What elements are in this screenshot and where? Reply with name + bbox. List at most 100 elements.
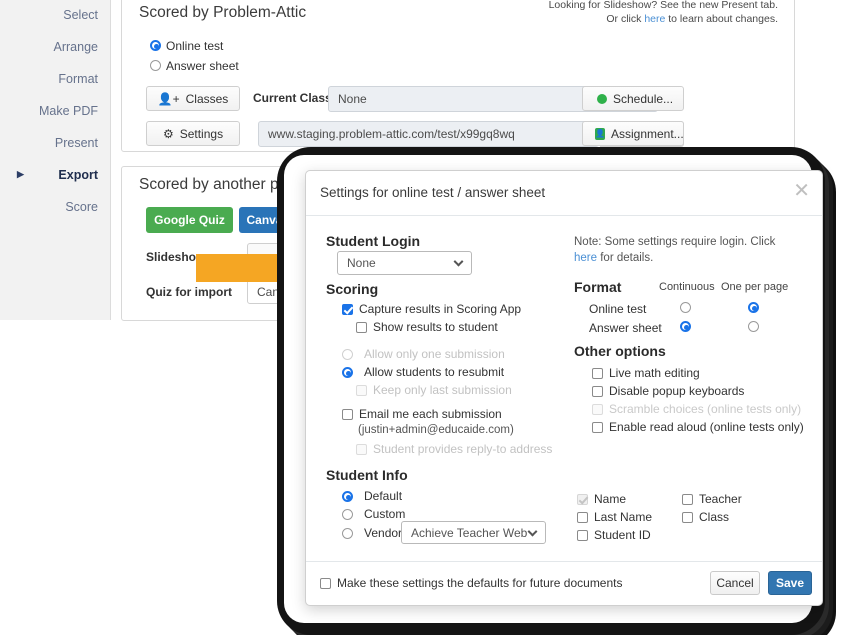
checkbox-enable-read-aloud[interactable]: Enable read aloud (online tests only) xyxy=(592,420,804,434)
cancel-button[interactable]: Cancel xyxy=(710,571,760,595)
modal-header: Settings for online test / answer sheet … xyxy=(306,171,822,216)
student-login-select[interactable]: None xyxy=(337,251,472,275)
note-text-before-link: Or click xyxy=(606,13,645,25)
radio-student-info-default[interactable]: Default xyxy=(342,489,402,503)
modal-title: Settings for online test / answer sheet xyxy=(320,185,546,200)
checkbox-student-name-box xyxy=(577,493,588,505)
google-classroom-icon: 👤 xyxy=(595,127,605,140)
format-heading: Format xyxy=(574,279,622,295)
sidebar-item-arrange[interactable]: Arrange xyxy=(0,40,110,54)
checkbox-show-results[interactable]: Show results to student xyxy=(356,320,498,334)
radio-student-info-vendor[interactable]: Vendor xyxy=(342,526,402,540)
radio-allow-resubmit-indicator xyxy=(342,366,353,378)
google-quiz-button[interactable]: Google Quiz xyxy=(146,207,233,233)
radio-answer-sheet[interactable]: Answer sheet xyxy=(150,59,239,73)
radio-student-info-custom[interactable]: Custom xyxy=(342,507,405,521)
settings-button[interactable]: ⚙ Settings xyxy=(146,121,240,146)
checkbox-email-each-submission[interactable]: Email me each submission xyxy=(342,407,502,421)
current-class-label: Current Class: xyxy=(253,91,336,105)
format-row-online-test-label: Online test xyxy=(589,302,647,316)
checkbox-disable-popup-keyboards-box xyxy=(592,385,603,397)
assignment-button-label: Assignment... xyxy=(610,126,684,141)
slideshow-note-line1: Looking for Slideshow? See the new Prese… xyxy=(548,0,778,11)
classes-button[interactable]: 👤+ Classes xyxy=(146,86,240,111)
checkbox-capture-results[interactable]: Capture results in Scoring App xyxy=(342,302,521,316)
checkbox-scramble-choices-label: Scramble choices (online tests only) xyxy=(609,402,802,416)
radio-allow-one-submission: Allow only one submission xyxy=(342,347,505,361)
checkbox-student-reply-to-label: Student provides reply-to address xyxy=(373,442,553,456)
login-note-here-link[interactable]: here xyxy=(574,252,597,264)
radio-student-info-default-indicator xyxy=(342,490,353,502)
checkbox-capture-results-box xyxy=(342,303,353,315)
note-here-link[interactable]: here xyxy=(644,13,665,25)
schedule-button[interactable]: Schedule... xyxy=(582,86,684,111)
radio-student-info-custom-label: Custom xyxy=(364,507,406,521)
radio-allow-resubmit[interactable]: Allow students to resubmit xyxy=(342,365,504,379)
radio-online-test[interactable]: Online test xyxy=(150,39,223,53)
radio-allow-one-submission-indicator xyxy=(342,348,353,360)
format-col-one-per-page: One per page xyxy=(721,281,789,293)
checkbox-disable-popup-keyboards[interactable]: Disable popup keyboards xyxy=(592,384,744,398)
checkbox-student-last-name-box xyxy=(577,511,588,523)
modal-footer: Make these settings the defaults for fut… xyxy=(306,561,822,605)
other-options-heading: Other options xyxy=(574,343,666,359)
sidebar-item-label: Export xyxy=(58,168,98,182)
checkbox-scramble-choices: Scramble choices (online tests only) xyxy=(592,402,801,416)
checkbox-keep-last-submission: Keep only last submission xyxy=(356,383,512,397)
checkbox-make-default-label: Make these settings the defaults for fut… xyxy=(337,576,623,590)
checkbox-student-last-name[interactable]: Last Name xyxy=(577,510,652,524)
radio-online-test-continuous[interactable] xyxy=(680,302,691,313)
sidebar: Select Arrange Format Make PDF Present ▶… xyxy=(0,0,111,320)
slideshow-note: Looking for Slideshow? See the new Prese… xyxy=(549,0,778,26)
gear-icon: ⚙ xyxy=(162,126,174,141)
checkbox-class[interactable]: Class xyxy=(682,510,729,524)
sidebar-item-present[interactable]: Present xyxy=(0,136,110,150)
test-url-value: www.staging.problem-attic.com/test/x99gq… xyxy=(268,127,515,141)
vendor-select[interactable]: Achieve Teacher Web xyxy=(401,521,546,544)
sidebar-item-export[interactable]: ▶ Export xyxy=(0,168,110,182)
checkbox-make-default-box xyxy=(320,577,331,589)
checkbox-student-reply-to-box xyxy=(356,443,367,455)
sidebar-item-format[interactable]: Format xyxy=(0,72,110,86)
checkbox-enable-read-aloud-label: Enable read aloud (online tests only) xyxy=(609,420,804,434)
checkbox-live-math-editing[interactable]: Live math editing xyxy=(592,366,700,380)
radio-answer-sheet-one-per-page[interactable] xyxy=(748,321,759,332)
green-dot-icon xyxy=(597,93,607,104)
radio-student-info-default-label: Default xyxy=(364,489,403,503)
radio-answer-sheet-continuous[interactable] xyxy=(680,321,691,332)
assignment-button[interactable]: 👤 Assignment... xyxy=(582,121,684,146)
chevron-down-icon xyxy=(453,256,464,267)
checkbox-email-each-submission-box xyxy=(342,408,353,420)
checkbox-student-reply-to: Student provides reply-to address xyxy=(356,442,552,456)
test-url-field[interactable]: www.staging.problem-attic.com/test/x99gq… xyxy=(258,121,599,147)
checkbox-teacher-label: Teacher xyxy=(699,492,742,506)
radio-online-test-label: Online test xyxy=(166,39,224,53)
radio-answer-sheet-label: Answer sheet xyxy=(166,59,239,73)
vendor-select-value: Achieve Teacher Web xyxy=(411,525,528,540)
caret-right-icon: ▶ xyxy=(17,169,24,179)
checkbox-student-id[interactable]: Student ID xyxy=(577,528,651,542)
checkbox-enable-read-aloud-box xyxy=(592,421,603,433)
checkbox-class-label: Class xyxy=(699,510,730,524)
scoring-heading: Scoring xyxy=(326,281,379,297)
save-button-label: Save xyxy=(775,576,805,590)
sidebar-item-label: Select xyxy=(63,8,98,22)
checkbox-show-results-box xyxy=(356,321,367,333)
schedule-button-label: Schedule... xyxy=(613,91,674,106)
checkbox-email-each-submission-label: Email me each submission xyxy=(359,407,502,421)
checkbox-make-default[interactable]: Make these settings the defaults for fut… xyxy=(320,576,623,590)
email-address-text: (justin+admin@educaide.com) xyxy=(358,424,514,436)
sidebar-item-make-pdf[interactable]: Make PDF xyxy=(0,104,110,118)
checkbox-teacher[interactable]: Teacher xyxy=(682,492,742,506)
radio-student-info-vendor-indicator xyxy=(342,527,353,539)
checkbox-keep-last-submission-box xyxy=(356,384,367,396)
chevron-down-icon xyxy=(527,526,538,537)
save-button[interactable]: Save xyxy=(768,571,812,595)
checkbox-teacher-box xyxy=(682,493,693,505)
sidebar-item-score[interactable]: Score xyxy=(0,200,110,214)
checkbox-scramble-choices-box xyxy=(592,403,603,415)
sidebar-item-select[interactable]: Select xyxy=(0,8,110,22)
student-info-heading: Student Info xyxy=(326,467,408,483)
radio-online-test-one-per-page[interactable] xyxy=(748,302,759,313)
close-icon[interactable]: ✕ xyxy=(793,181,810,201)
